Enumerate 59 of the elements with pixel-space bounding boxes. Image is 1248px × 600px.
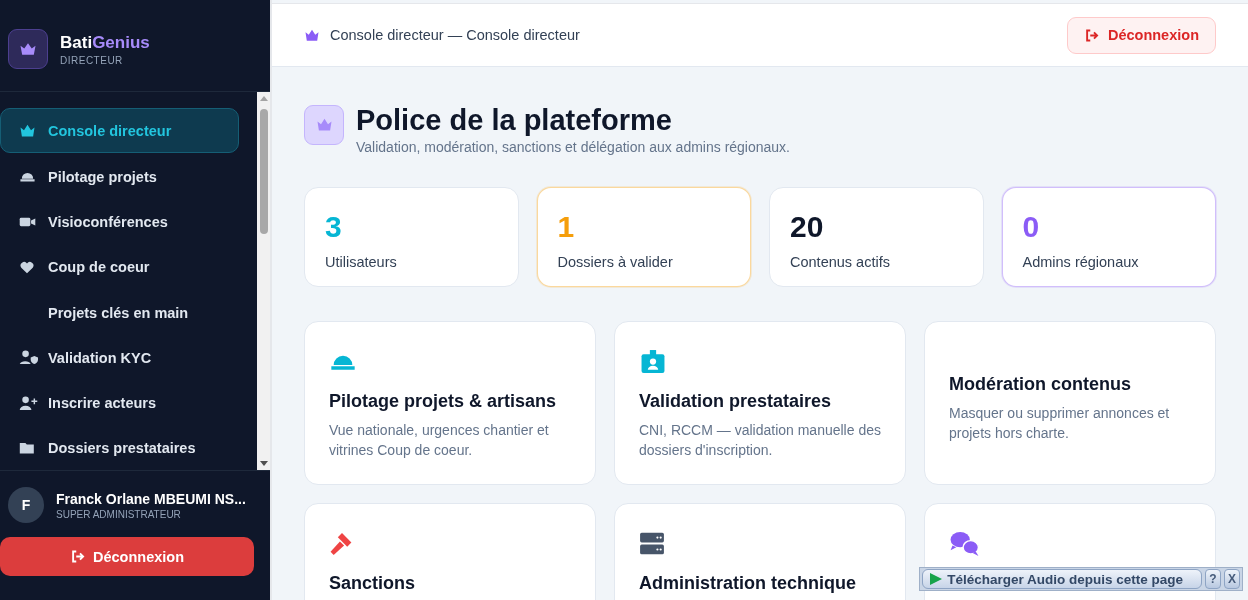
feature-card[interactable]: Pilotage projets & artisans Vue nationale, urgences chantier et vitrines Coup de coeur.: [304, 321, 596, 485]
user-plus-icon: [19, 395, 38, 411]
card-title: Sanctions: [329, 573, 417, 594]
card-title: Modération contenus: [949, 374, 1132, 395]
stat-label: Contenus actifs: [790, 254, 891, 270]
crown-icon: [304, 28, 320, 42]
card-title: Administration technique: [639, 573, 857, 594]
feature-card[interactable]: Modération contenus Masquer ou supprimer annonces et projets hors charte.: [924, 321, 1216, 485]
helmet-icon: [19, 170, 36, 184]
brand-role: DIRECTEUR: [60, 54, 124, 66]
chat-bubbles-icon: [949, 531, 981, 556]
brand-name: BatiGenius: [60, 32, 150, 53]
nav-item[interactable]: Inscrire acteurs: [0, 381, 239, 425]
logo-icon: [8, 29, 48, 69]
nav-item[interactable]: Coup de coeur: [0, 245, 239, 289]
id-badge-icon: [639, 349, 667, 374]
card-title: Validation prestataires: [639, 391, 833, 412]
close-button[interactable]: X: [1224, 569, 1240, 589]
nav-item[interactable]: Console directeur: [0, 108, 239, 154]
crown-icon: [304, 105, 344, 145]
server-icon: [639, 531, 665, 556]
folder-icon: [19, 441, 36, 456]
nav-item[interactable]: Validation KYC: [0, 336, 239, 380]
scrollbar[interactable]: [257, 92, 270, 470]
help-button[interactable]: ?: [1205, 569, 1221, 589]
user-role: SUPER ADMINISTRATEUR: [56, 508, 182, 520]
feature-card[interactable]: Validation prestataires CNI, RCCM — validation manuelle des dossiers d'inscription.: [614, 321, 906, 485]
heart-icon: [19, 260, 35, 275]
feature-card[interactable]: Administration technique: [614, 503, 906, 600]
video-camera-icon: [19, 216, 36, 229]
feature-card[interactable]: Sanctions: [304, 503, 596, 600]
user-shield-icon: [19, 350, 38, 366]
avatar: F: [8, 487, 44, 523]
stat-value: 1: [557, 210, 576, 244]
stat-label: Utilisateurs: [325, 254, 398, 270]
page-title: Police de la plateforme: [356, 103, 673, 137]
card-title: Pilotage projets & artisans: [329, 391, 558, 412]
card-description: Vue nationale, urgences chantier et vitrines Coup de coeur.: [329, 421, 550, 460]
stat-value: 3: [325, 210, 343, 244]
stat-value: 20: [790, 210, 825, 244]
breadcrumb: Console directeur — Console directeur: [330, 27, 580, 43]
stat-value: 0: [1022, 210, 1041, 244]
logout-icon: [1083, 27, 1099, 43]
logout-button[interactable]: Déconnexion: [0, 537, 254, 576]
stat-label: Dossiers à valider: [557, 254, 674, 270]
download-audio-button[interactable]: Télécharger Audio depuis cette page: [922, 569, 1202, 589]
stat-label: Admins régionaux: [1022, 254, 1140, 270]
logout-icon: [69, 549, 85, 564]
nav-item[interactable]: Pilotage projets: [0, 155, 239, 199]
play-icon: [929, 572, 944, 586]
logout-button[interactable]: Déconnexion: [1066, 16, 1216, 54]
nav-item[interactable]: Dossiers prestataires: [0, 426, 239, 470]
card-description: CNI, RCCM — validation manuelle des dossiers d'inscription.: [639, 421, 881, 460]
user-name: Franck Orlane MBEUMI NS...: [56, 490, 246, 507]
crown-icon: [19, 123, 36, 138]
nav-item[interactable]: Projets clés en main: [0, 290, 239, 335]
card-description: Masquer ou supprimer annonces et projets hors charte.: [949, 404, 1171, 443]
page-subtitle: Validation, modération, sanctions et délégation aux admins régionaux.: [356, 139, 790, 155]
nav-item[interactable]: Visioconférences: [0, 200, 239, 244]
